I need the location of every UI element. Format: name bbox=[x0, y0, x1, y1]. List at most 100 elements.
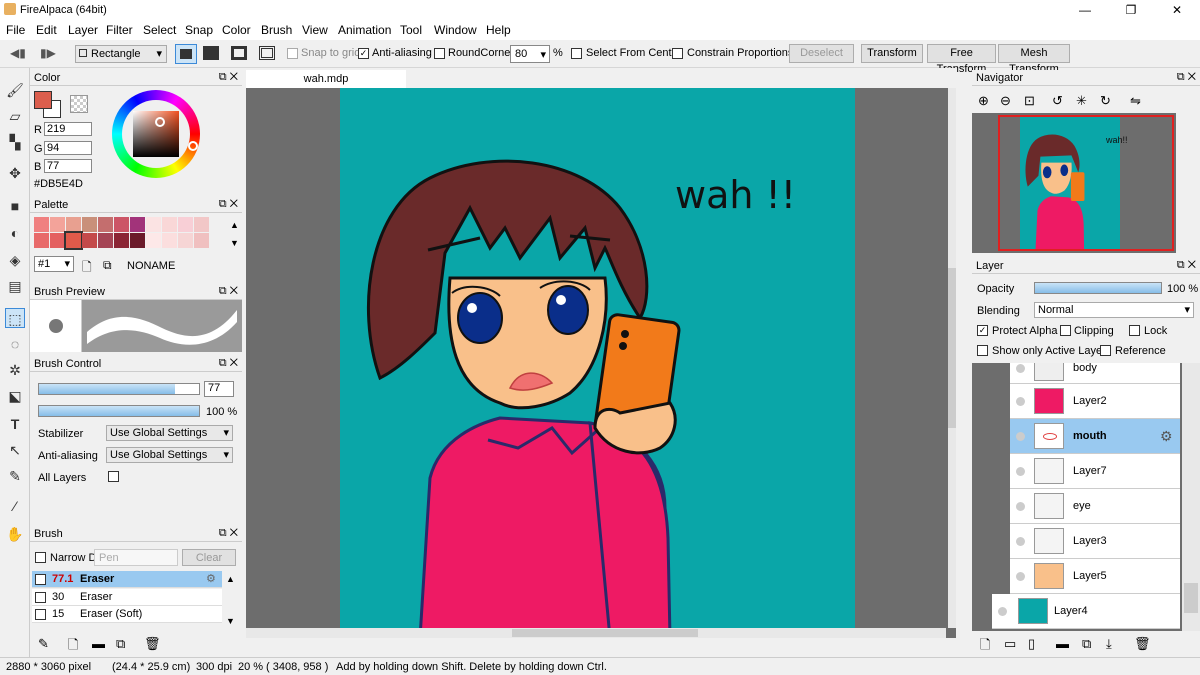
layer-visibility-icon[interactable] bbox=[1016, 572, 1025, 581]
show-active-checkbox[interactable] bbox=[977, 345, 988, 356]
clear-button[interactable]: Clear bbox=[182, 549, 236, 566]
select-intersect-icon[interactable] bbox=[259, 46, 275, 60]
palette-swatch[interactable] bbox=[162, 217, 177, 232]
move-tool-icon[interactable]: ✥ bbox=[5, 163, 25, 183]
folder-icon[interactable]: ▬ bbox=[92, 636, 105, 651]
select-tool-icon[interactable]: ⬚ bbox=[5, 308, 25, 328]
palette-swatch[interactable] bbox=[50, 233, 65, 248]
menu-tool[interactable]: Tool bbox=[400, 23, 422, 37]
bucket-tool-icon[interactable]: ◈ bbox=[5, 250, 25, 270]
palette-swatch[interactable] bbox=[34, 217, 49, 232]
layer-row[interactable]: body bbox=[1010, 363, 1180, 384]
brush-item-checkbox[interactable] bbox=[35, 609, 46, 620]
layer-row[interactable]: Layer4 bbox=[992, 594, 1180, 629]
rotate-right-icon[interactable]: ↻ bbox=[1100, 93, 1111, 109]
copy-palette-icon[interactable]: ⧉ bbox=[103, 258, 112, 273]
palette-swatch[interactable] bbox=[194, 233, 209, 248]
layer-opacity-slider[interactable] bbox=[1034, 282, 1162, 294]
palette-scroll-down-icon[interactable]: ▼ bbox=[230, 238, 239, 248]
transform-button[interactable]: Transform bbox=[861, 44, 923, 63]
layer-visibility-icon[interactable] bbox=[998, 607, 1007, 616]
navigator-preview[interactable]: wah!! bbox=[972, 113, 1176, 253]
prev-icon[interactable]: ◀▮ bbox=[10, 46, 26, 60]
artwork-canvas[interactable]: wah !! bbox=[340, 88, 855, 638]
palette-swatch[interactable] bbox=[162, 233, 177, 248]
brush-list-item[interactable]: 15 Eraser (Soft) bbox=[32, 606, 222, 623]
menu-file[interactable]: File bbox=[6, 23, 25, 37]
brush-antialias-select[interactable]: Use Global Settings ▾ bbox=[106, 447, 233, 463]
stabilizer-select[interactable]: Use Global Settings ▾ bbox=[106, 425, 233, 441]
palette-swatch[interactable] bbox=[82, 217, 97, 232]
antialias-checkbox[interactable]: ✓ bbox=[358, 48, 369, 59]
rotate-left-icon[interactable]: ↺ bbox=[1052, 93, 1063, 109]
clipping-checkbox[interactable] bbox=[1060, 325, 1071, 336]
menu-select[interactable]: Select bbox=[143, 23, 176, 37]
palette-swatch[interactable] bbox=[130, 217, 145, 232]
brush-scroll-down-icon[interactable]: ▼ bbox=[226, 616, 235, 626]
zoom-fit-icon[interactable]: ⊡ bbox=[1024, 93, 1035, 109]
brush-tool-icon[interactable]: 🖌 bbox=[5, 80, 25, 100]
layer-visibility-icon[interactable] bbox=[1016, 467, 1025, 476]
menu-filter[interactable]: Filter bbox=[106, 23, 133, 37]
duplicate-layer-icon[interactable]: ⧉ bbox=[1082, 636, 1091, 652]
divide-tool-icon[interactable]: ✎ bbox=[5, 466, 25, 486]
snap-grid-checkbox[interactable] bbox=[287, 48, 298, 59]
layer-visibility-icon[interactable] bbox=[1016, 537, 1025, 546]
palette-swatch[interactable] bbox=[146, 217, 161, 232]
next-icon[interactable]: ▮▶ bbox=[40, 46, 56, 60]
layer-row[interactable]: Layer3 bbox=[1010, 524, 1180, 559]
close-button[interactable]: ✕ bbox=[1154, 0, 1200, 20]
layer-scrollbar[interactable] bbox=[1182, 363, 1200, 631]
new-layer-1bit-icon[interactable]: ▯ bbox=[1028, 636, 1035, 652]
brush-scroll-up-icon[interactable]: ▲ bbox=[226, 574, 235, 584]
layer-visibility-icon[interactable] bbox=[1016, 364, 1025, 373]
brush-item-checkbox[interactable] bbox=[35, 592, 46, 603]
layer-visibility-icon[interactable] bbox=[1016, 502, 1025, 511]
dot-tool-icon[interactable]: ▚ bbox=[5, 132, 25, 152]
panel-controls-icon[interactable]: ⧉ ✕ bbox=[1177, 71, 1196, 84]
gradient-tool-icon[interactable]: ▤ bbox=[5, 276, 25, 296]
protect-alpha-checkbox[interactable]: ✓ bbox=[977, 325, 988, 336]
palette-swatch[interactable] bbox=[114, 233, 129, 248]
brush-search-input[interactable]: Pen bbox=[94, 549, 178, 566]
layer-visibility-icon[interactable] bbox=[1016, 397, 1025, 406]
gear-icon[interactable]: ⚙ bbox=[1160, 428, 1173, 445]
all-layers-checkbox[interactable] bbox=[108, 471, 119, 482]
brush-list-item[interactable]: 77.1 Eraser ⚙ bbox=[32, 571, 222, 588]
palette-swatch[interactable] bbox=[98, 233, 113, 248]
gear-icon[interactable]: ⚙ bbox=[206, 572, 216, 585]
palette-swatch[interactable] bbox=[130, 233, 145, 248]
select-add-icon[interactable] bbox=[203, 46, 219, 60]
hand-tool-icon[interactable]: ✋ bbox=[5, 524, 25, 544]
duplicate-brush-icon[interactable]: ⧉ bbox=[116, 636, 125, 652]
palette-swatch[interactable] bbox=[178, 217, 193, 232]
operation-tool-icon[interactable]: ↖ bbox=[5, 440, 25, 460]
new-palette-icon[interactable]: 🗋 bbox=[82, 258, 92, 279]
eyedropper-tool-icon[interactable]: ⁄ bbox=[5, 496, 25, 516]
text-tool-icon[interactable]: T bbox=[5, 414, 25, 434]
menu-help[interactable]: Help bbox=[486, 23, 511, 37]
palette-swatch[interactable] bbox=[50, 217, 65, 232]
r-input[interactable]: 219 bbox=[44, 122, 92, 136]
palette-swatch[interactable] bbox=[178, 233, 193, 248]
primary-color-swatch[interactable] bbox=[34, 91, 52, 109]
eraser-tool-icon[interactable]: ▱ bbox=[5, 106, 25, 126]
brush-list-item[interactable]: 30 Eraser bbox=[32, 589, 222, 606]
layer-row[interactable]: Layer2 bbox=[1010, 384, 1180, 419]
palette-swatch[interactable] bbox=[114, 217, 129, 232]
magic-wand-tool-icon[interactable]: ✲ bbox=[5, 360, 25, 380]
hue-picker-icon[interactable] bbox=[188, 141, 198, 151]
new-brush-icon[interactable]: 🗋 bbox=[68, 636, 78, 658]
new-layer-icon[interactable]: 🗋 bbox=[980, 636, 990, 658]
zoom-out-icon[interactable]: ⊖ bbox=[1000, 93, 1011, 109]
fill-tool-icon[interactable]: ◐ bbox=[5, 223, 25, 243]
document-tab[interactable]: wah.mdp bbox=[246, 70, 406, 88]
panel-controls-icon[interactable]: ⧉ ✕ bbox=[219, 198, 238, 211]
rotate-reset-icon[interactable]: ✳ bbox=[1076, 93, 1087, 109]
reference-checkbox[interactable] bbox=[1100, 345, 1111, 356]
palette-scroll-up-icon[interactable]: ▲ bbox=[230, 220, 239, 230]
menu-animation[interactable]: Animation bbox=[338, 23, 391, 37]
panel-controls-icon[interactable]: ⧉ ✕ bbox=[1177, 259, 1196, 272]
panel-controls-icon[interactable]: ⧉ ✕ bbox=[219, 527, 238, 540]
roundcorner-input[interactable]: 80 ▾ bbox=[510, 45, 550, 63]
